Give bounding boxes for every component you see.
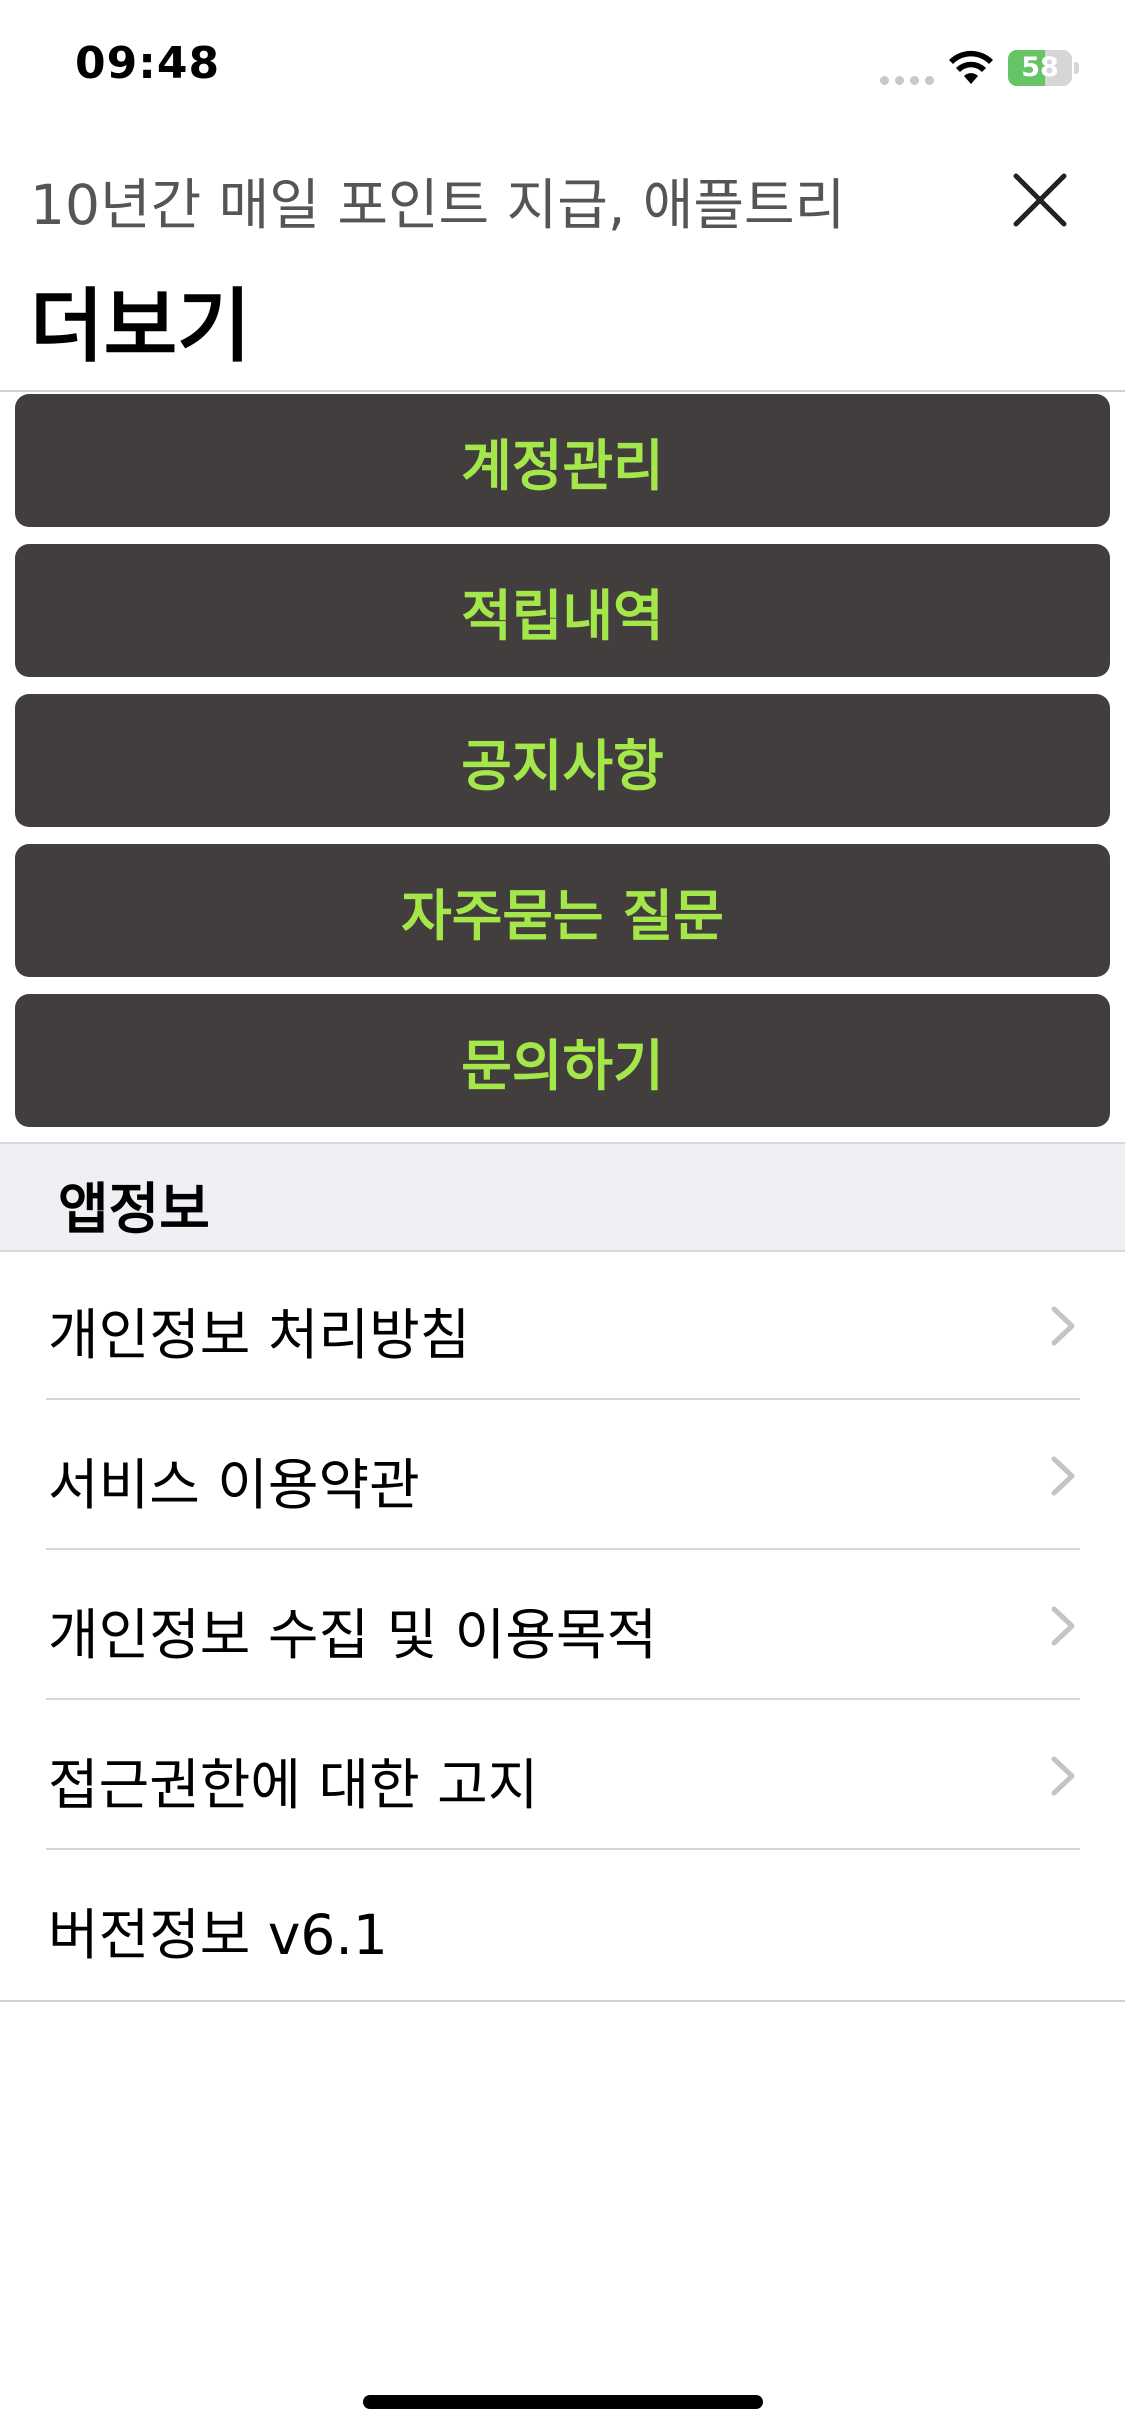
app-info-section-header: 앱정보 [0, 1142, 1125, 1252]
privacy-policy-row[interactable]: 개인정보 처리방침 [0, 1250, 1125, 1400]
home-indicator [363, 2395, 763, 2409]
terms-of-service-row[interactable]: 서비스 이용약관 [0, 1400, 1125, 1550]
list-item-label: 개인정보 처리방침 [48, 1303, 471, 1367]
chevron-right-icon [1051, 1606, 1075, 1646]
list-item-label: 개인정보 수집 및 이용목적 [48, 1603, 658, 1667]
page-title: 더보기 [30, 280, 251, 373]
faq-button[interactable]: 자주묻는 질문 [15, 844, 1110, 977]
close-button[interactable] [1000, 160, 1080, 240]
chevron-right-icon [1051, 1456, 1075, 1496]
battery-charging-icon: 58 [1008, 50, 1080, 86]
status-time: 09:48 [75, 38, 221, 89]
account-management-button[interactable]: 계정관리 [15, 394, 1110, 527]
version-info-row: 버전정보 v6.1 [0, 1850, 1125, 2000]
points-history-button[interactable]: 적립내역 [15, 544, 1110, 677]
battery-percent: 58 [1021, 52, 1059, 83]
app-info-list: 개인정보 처리방침 서비스 이용약관 개인정보 수집 및 이용목적 접근권한에 … [0, 1250, 1125, 2002]
close-icon [1013, 173, 1067, 227]
chevron-right-icon [1051, 1306, 1075, 1346]
list-item-label: 서비스 이용약관 [48, 1453, 420, 1517]
menu-button-list: 계정관리 적립내역 공지사항 자주묻는 질문 문의하기 [15, 394, 1110, 1144]
section-header-label: 앱정보 [58, 1177, 210, 1241]
app-subtitle: 10년간 매일 포인트 지급, 애플트리 [30, 173, 846, 237]
signal-dots-icon [880, 76, 934, 85]
chevron-right-icon [1051, 1756, 1075, 1796]
access-permissions-notice-row[interactable]: 접근권한에 대한 고지 [0, 1700, 1125, 1850]
list-item-label: 접근권한에 대한 고지 [48, 1753, 539, 1817]
version-label: 버전정보 v6.1 [48, 1903, 388, 1967]
data-collection-purpose-row[interactable]: 개인정보 수집 및 이용목적 [0, 1550, 1125, 1700]
header-divider [0, 390, 1125, 392]
notices-button[interactable]: 공지사항 [15, 694, 1110, 827]
status-bar: 09:48 58 [0, 0, 1125, 135]
wifi-icon [949, 50, 993, 84]
inquiry-button[interactable]: 문의하기 [15, 994, 1110, 1127]
